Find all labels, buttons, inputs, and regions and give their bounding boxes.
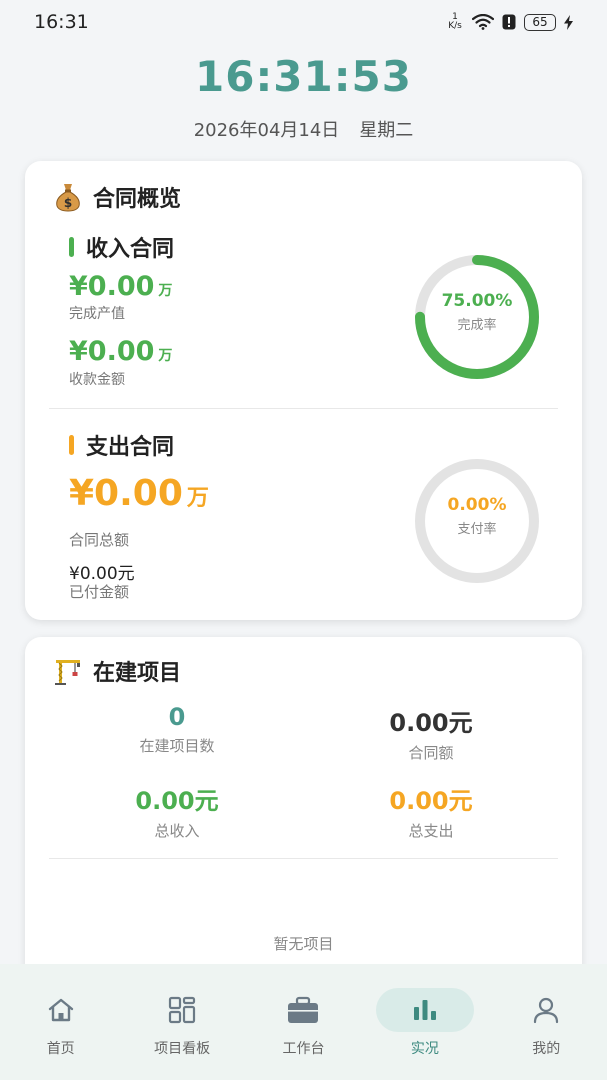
grid-icon	[133, 988, 231, 1032]
clock-time: 16:31:53	[195, 52, 412, 101]
nav-label-project-board: 项目看板	[154, 1041, 211, 1057]
nav-item-live[interactable]: 实况	[370, 988, 480, 1080]
status-bar: 16:31 1 K/s 65	[0, 0, 607, 44]
expense-contract-title: 支出合同	[86, 435, 175, 460]
expense-total-label: 合同总额	[69, 531, 130, 549]
contract-overview-card[interactable]: $ 合同概览 收入合同 ¥0.00 万 完成产值 ¥0.00 万 收款金额 75.0…	[25, 161, 582, 620]
income-completion-rate: 75.00%	[441, 291, 513, 311]
income-ring-text: 75.00% 完成率	[413, 291, 541, 333]
bottom-nav: 首页 项目看板 工作台 实况 我的	[0, 964, 607, 1080]
expense-payment-rate: 0.00%	[447, 495, 507, 515]
alert-icon	[502, 14, 516, 30]
nav-item-project-board[interactable]: 项目看板	[127, 988, 237, 1080]
stat-total-income-value: 0.00元	[135, 787, 219, 815]
user-icon	[497, 988, 595, 1032]
nav-label-workbench: 工作台	[282, 1041, 325, 1057]
stat-total-income: 0.00元 总收入	[47, 781, 307, 841]
date-line: 2026年04月14日 星期二	[0, 116, 607, 142]
projects-divider	[49, 858, 558, 859]
projects-header: 在建项目	[53, 655, 181, 687]
projects-title: 在建项目	[93, 661, 182, 686]
income-contract-title: 收入合同	[86, 237, 175, 262]
date-text: 2026年04月14日	[193, 120, 340, 141]
income-completion-label: 完成率	[457, 318, 497, 333]
expense-total-unit: 万	[186, 486, 209, 511]
income-accent-bar	[69, 237, 74, 257]
stat-contract-amount-label: 合同额	[408, 744, 454, 762]
income-output-unit: 万	[158, 283, 173, 299]
stat-total-expense: 0.00元 总支出	[301, 781, 561, 841]
expense-payment-label: 支付率	[457, 522, 497, 537]
app-screen: 16:31 1 K/s 65 16:31:53 2026年04月14日 星期二 …	[0, 0, 607, 1080]
network-speed-unit: K/s	[448, 21, 462, 31]
projects-card[interactable]: 在建项目 0 在建项目数 0.00元 合同额 0.00元 总收入 0.00元 总…	[25, 637, 582, 997]
stat-contract-amount-value: 0.00元	[389, 709, 473, 737]
nav-label-home: 首页	[46, 1041, 75, 1057]
nav-item-workbench[interactable]: 工作台	[248, 988, 358, 1080]
expense-accent-bar	[69, 435, 74, 455]
income-completion-ring: 75.00% 完成率	[413, 253, 541, 381]
stat-active-projects-label: 在建项目数	[139, 737, 215, 755]
nav-label-live: 实况	[410, 1041, 439, 1057]
status-icons: 1 K/s 65	[446, 13, 573, 31]
expense-paid-label: 已付金额	[69, 583, 130, 601]
home-icon	[12, 988, 110, 1032]
stat-active-projects-value: 0	[168, 703, 186, 731]
income-collected-unit: 万	[158, 348, 173, 364]
wifi-icon	[472, 14, 494, 30]
nav-item-mine[interactable]: 我的	[491, 988, 601, 1080]
svg-text:$: $	[64, 196, 72, 210]
income-output-label: 完成产值	[69, 306, 125, 322]
stat-total-income-label: 总收入	[154, 822, 200, 840]
contract-overview-title: 合同概览	[93, 187, 182, 212]
bar-chart-icon	[375, 988, 474, 1032]
money-bag-icon: $	[53, 182, 83, 212]
contract-overview-header: $ 合同概览	[53, 181, 181, 213]
nav-label-mine: 我的	[532, 1041, 561, 1057]
stat-total-expense-value: 0.00元	[389, 787, 473, 815]
weekday-text: 星期二	[359, 120, 414, 141]
empty-projects-text: 暂无项目	[273, 935, 334, 953]
expense-total-value: ¥0.00 万	[69, 473, 209, 514]
expense-payment-ring: 0.00% 支付率	[413, 457, 541, 585]
income-collected-label: 收款金额	[69, 372, 125, 388]
status-time: 16:31	[34, 11, 89, 33]
stat-active-projects: 0 在建项目数	[47, 703, 307, 756]
stat-total-expense-label: 总支出	[408, 822, 454, 840]
income-output-value: ¥0.00 万	[69, 271, 172, 302]
section-divider	[49, 408, 558, 409]
charging-icon	[564, 14, 573, 30]
nav-item-home[interactable]: 首页	[6, 988, 116, 1080]
income-collected-value: ¥0.00 万	[69, 336, 172, 367]
expense-ring-text: 0.00% 支付率	[413, 495, 541, 537]
income-output-amount: ¥0.00	[69, 271, 155, 302]
stat-contract-amount: 0.00元 合同额	[301, 703, 561, 763]
expense-total-amount: ¥0.00	[69, 473, 183, 514]
crane-icon	[53, 656, 83, 686]
expense-contract-header: 支出合同	[69, 429, 174, 461]
income-contract-header: 收入合同	[69, 231, 174, 263]
briefcase-icon	[254, 988, 352, 1032]
network-speed: 1 K/s	[446, 13, 464, 31]
battery-indicator: 65	[524, 13, 556, 31]
income-collected-amount: ¥0.00	[69, 336, 155, 367]
